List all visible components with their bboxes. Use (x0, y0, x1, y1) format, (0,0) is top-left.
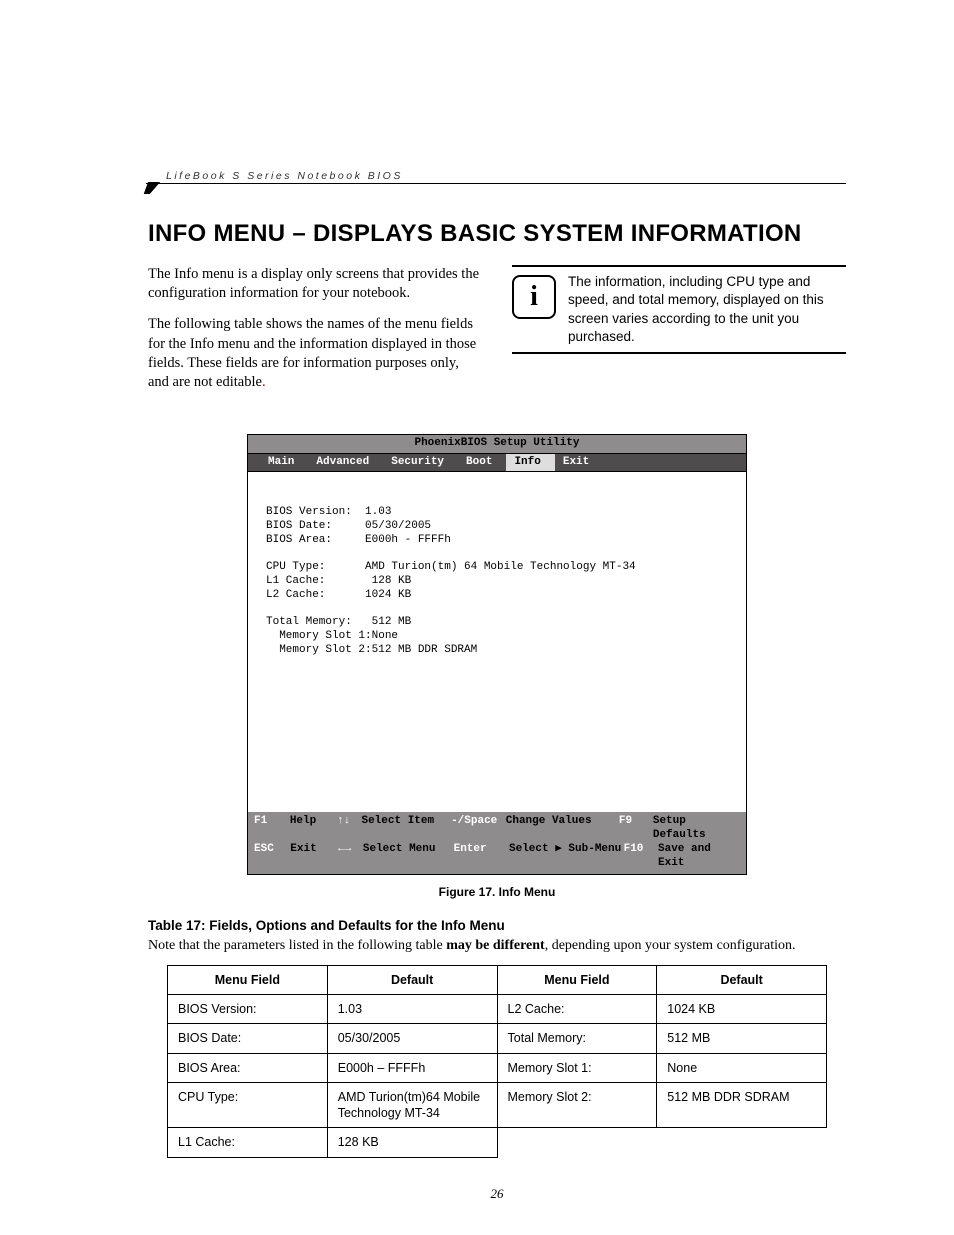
intro-right-column: i The information, including CPU type an… (512, 265, 846, 404)
header-rule (146, 183, 846, 184)
bios-action-select-menu: Select Menu (363, 843, 454, 871)
table-cell: BIOS Area: (168, 1053, 328, 1082)
table-cell: Memory Slot 1: (497, 1053, 657, 1082)
info-icon: i (512, 275, 556, 319)
table-header: Menu Field (497, 965, 657, 994)
bios-key-space: -/Space (451, 815, 506, 843)
running-header: LifeBook S Series Notebook BIOS (166, 170, 403, 184)
page-title: INFO MENU – DISPLAYS BASIC SYSTEM INFORM… (148, 218, 846, 249)
table-cell: Memory Slot 2: (497, 1082, 657, 1128)
table-row: BIOS Date:05/30/2005Total Memory:512 MB (168, 1024, 827, 1053)
table-cell: L2 Cache: (497, 995, 657, 1024)
table-header: Menu Field (168, 965, 328, 994)
table-cell: None (657, 1053, 827, 1082)
intro-left-column: The Info menu is a display only screens … (148, 265, 482, 404)
table-cell: 128 KB (327, 1128, 497, 1157)
intro-p2-period: . (262, 374, 266, 390)
bios-action-change-values: Change Values (506, 815, 619, 843)
table-header: Default (327, 965, 497, 994)
table-cell: 512 MB DDR SDRAM (657, 1082, 827, 1128)
bios-footer-row-1: F1 Help ↑↓ Select Item -/Space Change Va… (254, 815, 740, 843)
bios-key-leftright: ←→ (338, 843, 363, 871)
info-note-text: The information, including CPU type and … (568, 273, 846, 346)
table-cell: 1024 KB (657, 995, 827, 1024)
table-note-c: , depending upon your system configurati… (545, 938, 796, 953)
table-header-row: Menu FieldDefaultMenu FieldDefault (168, 965, 827, 994)
bios-key-f10: F10 (624, 843, 658, 871)
bios-action-sub-menu: Select ▶ Sub-Menu (509, 843, 624, 871)
table-note-b: may be different (446, 938, 545, 953)
bios-tab-exit: Exit (555, 454, 603, 472)
bios-title: PhoenixBIOS Setup Utility (248, 435, 746, 454)
bios-tab-advanced: Advanced (308, 454, 383, 472)
table-header: Default (657, 965, 827, 994)
table-cell (497, 1128, 657, 1157)
bios-footer: F1 Help ↑↓ Select Item -/Space Change Va… (248, 812, 746, 874)
intro-columns: The Info menu is a display only screens … (148, 265, 846, 404)
bios-tab-info: Info (506, 454, 554, 472)
table-cell: 512 MB (657, 1024, 827, 1053)
table-title: Table 17: Fields, Options and Defaults f… (148, 917, 846, 935)
fields-table: Menu FieldDefaultMenu FieldDefault BIOS … (167, 965, 827, 1158)
info-note: i The information, including CPU type an… (512, 265, 846, 354)
table-cell: CPU Type: (168, 1082, 328, 1128)
bios-body: BIOS Version: 1.03 BIOS Date: 05/30/2005… (248, 472, 746, 812)
table-cell: E000h – FFFFh (327, 1053, 497, 1082)
page-number: 26 (148, 1186, 846, 1203)
intro-p2: The following table shows the names of t… (148, 315, 482, 392)
page: LifeBook S Series Notebook BIOS INFO MEN… (0, 0, 954, 1235)
table-cell: BIOS Version: (168, 995, 328, 1024)
bios-action-help: Help (290, 815, 337, 843)
table-row: BIOS Area:E000h – FFFFhMemory Slot 1:Non… (168, 1053, 827, 1082)
bios-key-esc: ESC (254, 843, 290, 871)
table-cell: 1.03 (327, 995, 497, 1024)
table-cell: Total Memory: (497, 1024, 657, 1053)
intro-p2-text: The following table shows the names of t… (148, 316, 476, 389)
bios-key-updown: ↑↓ (337, 815, 362, 843)
table-cell: L1 Cache: (168, 1128, 328, 1157)
bios-action-exit: Exit (290, 843, 338, 871)
figure-caption: Figure 17. Info Menu (148, 885, 846, 901)
bios-action-save-exit: Save and Exit (658, 843, 740, 871)
bios-action-select-item: Select Item (361, 815, 451, 843)
bios-tab-bar: MainAdvancedSecurityBootInfoExit (248, 454, 746, 473)
table-note-a: Note that the parameters listed in the f… (148, 938, 446, 953)
bios-footer-row-2: ESC Exit ←→ Select Menu Enter Select ▶ S… (254, 843, 740, 871)
table-cell: BIOS Date: (168, 1024, 328, 1053)
table-row: CPU Type:AMD Turion(tm)64 Mobile Technol… (168, 1082, 827, 1128)
bios-key-f1: F1 (254, 815, 290, 843)
bios-key-f9: F9 (619, 815, 653, 843)
bios-tab-main: Main (260, 454, 308, 472)
bios-key-enter: Enter (454, 843, 509, 871)
table-cell: 05/30/2005 (327, 1024, 497, 1053)
intro-p1: The Info menu is a display only screens … (148, 265, 482, 303)
table-row: BIOS Version:1.03L2 Cache:1024 KB (168, 995, 827, 1024)
bios-tab-boot: Boot (458, 454, 506, 472)
bios-tab-security: Security (383, 454, 458, 472)
bios-action-setup-defaults: Setup Defaults (653, 815, 740, 843)
table-cell (657, 1128, 827, 1157)
bios-screenshot: PhoenixBIOS Setup Utility MainAdvancedSe… (247, 434, 747, 876)
table-note: Note that the parameters listed in the f… (148, 937, 846, 955)
table-row: L1 Cache:128 KB (168, 1128, 827, 1157)
table-cell: AMD Turion(tm)64 Mobile Technology MT-34 (327, 1082, 497, 1128)
